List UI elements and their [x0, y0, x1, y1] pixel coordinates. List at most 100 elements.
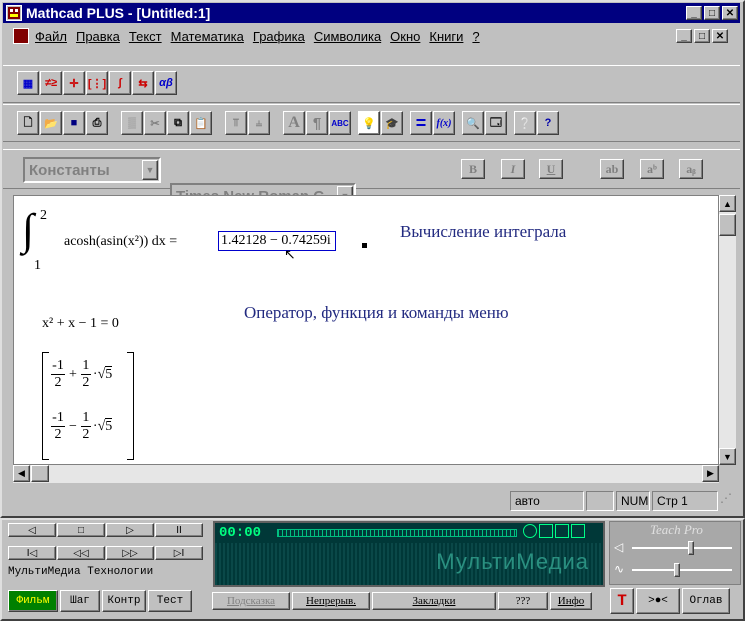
- scroll-right-icon[interactable]: ▶: [702, 465, 719, 482]
- first-button[interactable]: I◁: [8, 546, 56, 560]
- caption-operators[interactable]: Оператор, функция и команды меню: [244, 303, 509, 323]
- graph-palette-icon[interactable]: ✛: [63, 71, 85, 95]
- doc-restore-button[interactable]: □: [694, 29, 710, 43]
- paste-icon[interactable]: 📋: [190, 111, 212, 135]
- title-bar[interactable]: Mathcad PLUS - [Untitled:1] _ □ ✕: [3, 3, 740, 23]
- spell-check-button[interactable]: ABC: [329, 111, 351, 135]
- solution-matrix[interactable]: -1 2 + 1 2 ·√ 5 -1 2 − 1 2 ·√ 5: [42, 352, 134, 460]
- test-button[interactable]: Тест: [148, 590, 192, 612]
- chevron-down-icon[interactable]: ▼: [142, 160, 158, 180]
- menu-books[interactable]: Книги: [429, 29, 463, 44]
- fast-forward-button[interactable]: ▷▷: [106, 546, 154, 560]
- superscript-button[interactable]: aᵇ: [640, 159, 664, 179]
- help-button[interactable]: ?: [537, 111, 559, 135]
- mathcad-app-icon[interactable]: [6, 5, 22, 21]
- bold-button[interactable]: B: [461, 159, 485, 179]
- greek-palette-button[interactable]: αβ: [155, 71, 177, 95]
- teacher-icon[interactable]: T: [610, 588, 634, 614]
- bulb-icon[interactable]: 💡: [358, 111, 380, 135]
- menu-symbolics[interactable]: Символика: [314, 29, 381, 44]
- control-button[interactable]: Контр: [102, 590, 146, 612]
- graduation-cap-icon[interactable]: 🎓: [381, 111, 403, 135]
- menu-edit[interactable]: Правка: [76, 29, 120, 44]
- menu-graphics[interactable]: Графика: [253, 29, 305, 44]
- film-button[interactable]: Фильм: [8, 590, 58, 612]
- function-button[interactable]: f(x): [433, 111, 455, 135]
- hscroll-thumb[interactable]: [31, 465, 49, 482]
- bookmarks-button[interactable]: Закладки: [372, 592, 496, 610]
- subscript-button[interactable]: aᵦ: [679, 159, 703, 179]
- scroll-left-icon[interactable]: ◀: [13, 465, 30, 482]
- tone-slider-track[interactable]: [632, 569, 732, 571]
- stop-button[interactable]: □: [57, 523, 105, 537]
- scroll-down-icon[interactable]: ▼: [719, 448, 736, 465]
- cut-icon[interactable]: ✂: [144, 111, 166, 135]
- tools-icon[interactable]: [571, 524, 585, 538]
- pause-button[interactable]: II: [155, 523, 203, 537]
- italic-button[interactable]: I: [501, 159, 525, 179]
- doc-close-button[interactable]: ✕: [712, 29, 728, 43]
- contents-button[interactable]: Оглав: [682, 588, 730, 614]
- vertical-scrollbar[interactable]: ▲ ▼: [719, 195, 736, 465]
- info-button[interactable]: Инфо: [550, 592, 592, 610]
- tone-slider-thumb[interactable]: [674, 563, 681, 577]
- integral-expression[interactable]: acosh(asin(x²)) dx =: [64, 234, 177, 250]
- align-across-icon[interactable]: ⫪: [225, 111, 247, 135]
- list-icon[interactable]: [539, 524, 553, 538]
- doc-minimize-button[interactable]: _: [676, 29, 692, 43]
- boolean-palette-button[interactable]: ≠≥: [40, 71, 62, 95]
- caption-integral[interactable]: Вычисление интеграла: [400, 222, 566, 242]
- print-icon[interactable]: ⎙: [86, 111, 108, 135]
- integral-result[interactable]: 1.42128 − 0.74259i: [218, 231, 336, 251]
- resource-center-icon[interactable]: 🗔: [485, 111, 507, 135]
- menu-window[interactable]: Окно: [390, 29, 420, 44]
- minimize-button[interactable]: _: [686, 6, 702, 20]
- underline-button[interactable]: U: [539, 159, 563, 179]
- copy-icon[interactable]: ⧉: [167, 111, 189, 135]
- save-disk-icon[interactable]: ■: [63, 111, 85, 135]
- calculate-button[interactable]: =: [410, 111, 432, 135]
- record-icon[interactable]: [523, 524, 537, 538]
- scroll-thumb[interactable]: [719, 214, 736, 236]
- question-icon[interactable]: [555, 524, 569, 538]
- menu-math[interactable]: Математика: [171, 29, 244, 44]
- calculator-palette-icon[interactable]: ▦: [17, 71, 39, 95]
- style-combo[interactable]: Константы ▼: [23, 157, 161, 183]
- progress-track[interactable]: [277, 529, 517, 537]
- zoom-icon[interactable]: 🔍: [462, 111, 484, 135]
- resize-grip-icon[interactable]: ⋰: [720, 491, 740, 511]
- play-button[interactable]: ▷: [106, 523, 154, 537]
- align-down-icon[interactable]: ⫨: [248, 111, 270, 135]
- context-help-icon[interactable]: ❔: [514, 111, 536, 135]
- volume-slider-thumb[interactable]: [688, 541, 695, 555]
- document-icon[interactable]: [13, 28, 29, 44]
- scroll-up-icon[interactable]: ▲: [719, 195, 736, 212]
- programming-palette-icon[interactable]: ⇆: [132, 71, 154, 95]
- new-file-icon[interactable]: 🗋: [17, 111, 39, 135]
- hint-button[interactable]: Подсказка: [212, 592, 290, 610]
- align-left-button[interactable]: ab: [600, 159, 624, 179]
- quadratic-equation[interactable]: x² + x − 1 = 0: [42, 316, 119, 332]
- paragraph-button[interactable]: ¶: [306, 111, 328, 135]
- open-folder-icon[interactable]: 📂: [40, 111, 62, 135]
- check-icon[interactable]: ▒: [121, 111, 143, 135]
- maximize-button[interactable]: □: [704, 6, 720, 20]
- menu-file[interactable]: Файл: [35, 29, 67, 44]
- bracket-bottom-left: [43, 459, 49, 460]
- horizontal-scrollbar[interactable]: ◀ ▶: [13, 465, 719, 483]
- calculus-palette-icon[interactable]: ∫: [109, 71, 131, 95]
- rewind-button[interactable]: ◁: [8, 523, 56, 537]
- volume-slider-track[interactable]: [632, 547, 732, 549]
- matrix-palette-icon[interactable]: [⋮]: [86, 71, 108, 95]
- menu-text[interactable]: Текст: [129, 29, 162, 44]
- step-button[interactable]: Шаг: [60, 590, 100, 612]
- continuous-button[interactable]: Непрерыв.: [292, 592, 370, 610]
- fast-back-button[interactable]: ◁◁: [57, 546, 105, 560]
- font-button[interactable]: A: [283, 111, 305, 135]
- worksheet[interactable]: ∫ 2 1 acosh(asin(x²)) dx = 1.42128 − 0.7…: [13, 195, 719, 465]
- menu-help[interactable]: ?: [472, 29, 479, 44]
- unknown-button[interactable]: ???: [498, 592, 548, 610]
- close-button[interactable]: ✕: [722, 6, 738, 20]
- navigate-icon[interactable]: >●<: [636, 588, 680, 614]
- last-button[interactable]: ▷I: [155, 546, 203, 560]
